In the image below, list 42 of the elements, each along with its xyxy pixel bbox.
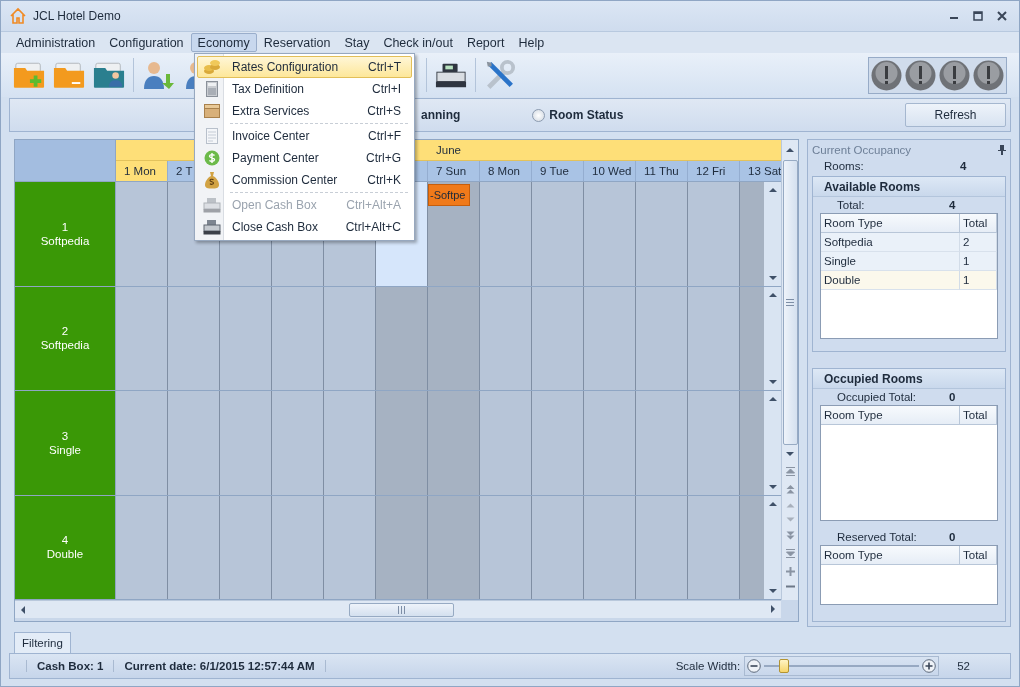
total-value: 0 bbox=[949, 391, 957, 404]
total-label: Occupied Total: bbox=[837, 391, 918, 404]
column-header: Room Type bbox=[821, 214, 960, 233]
room-label: 3 Single bbox=[15, 391, 116, 495]
room-label: 2 Softpedia bbox=[15, 286, 116, 390]
scale-value: 52 bbox=[957, 660, 970, 672]
column-header: Total bbox=[960, 214, 997, 233]
group-title: Available Rooms bbox=[813, 177, 1005, 197]
table-cell: Double bbox=[821, 271, 960, 290]
day-header: 8 Mon bbox=[480, 161, 532, 181]
column-header: Total bbox=[960, 546, 997, 566]
column-header: Room Type bbox=[821, 406, 960, 426]
table-cell: Single bbox=[821, 252, 960, 271]
day-header: 7 Sun bbox=[428, 161, 480, 181]
panel-title: Current Occupancy bbox=[812, 144, 912, 156]
table-cell: Softpedia bbox=[821, 233, 960, 252]
total-value: 4 bbox=[949, 199, 957, 211]
window-title: JCL Hotel Demo bbox=[33, 9, 121, 23]
group-title: Occupied Rooms bbox=[813, 369, 1005, 390]
option-label: anning bbox=[421, 108, 461, 122]
rooms-value: 4 bbox=[960, 160, 968, 172]
rooms-label: Rooms: bbox=[824, 160, 865, 172]
scale-label: Scale Width: bbox=[675, 660, 741, 672]
room-label: 1 Softpedia bbox=[15, 182, 116, 286]
day-header: 9 Tue bbox=[532, 161, 584, 181]
total-label: Total: bbox=[837, 199, 866, 211]
day-header: 13 Sat bbox=[740, 161, 781, 181]
day-header: 1 Mon bbox=[116, 161, 168, 181]
table-cell: 1 bbox=[960, 271, 997, 290]
cash-box-status: Cash Box: 1 bbox=[26, 660, 114, 672]
column-header: Room Type bbox=[821, 546, 960, 566]
table-cell: 2 bbox=[960, 233, 997, 252]
total-value: 0 bbox=[949, 531, 957, 544]
total-label: Reserved Total: bbox=[837, 531, 918, 544]
day-header: 10 Wed bbox=[584, 161, 636, 181]
column-header: Total bbox=[960, 406, 997, 426]
current-date-status: Current date: 6/1/2015 12:57:44 AM bbox=[113, 660, 326, 672]
option-label: Room Status bbox=[549, 108, 624, 122]
table-cell: 1 bbox=[960, 252, 997, 271]
room-label: 4 Double bbox=[15, 495, 116, 599]
day-header: 12 Fri bbox=[688, 161, 740, 181]
day-header: 11 Thu bbox=[636, 161, 688, 181]
